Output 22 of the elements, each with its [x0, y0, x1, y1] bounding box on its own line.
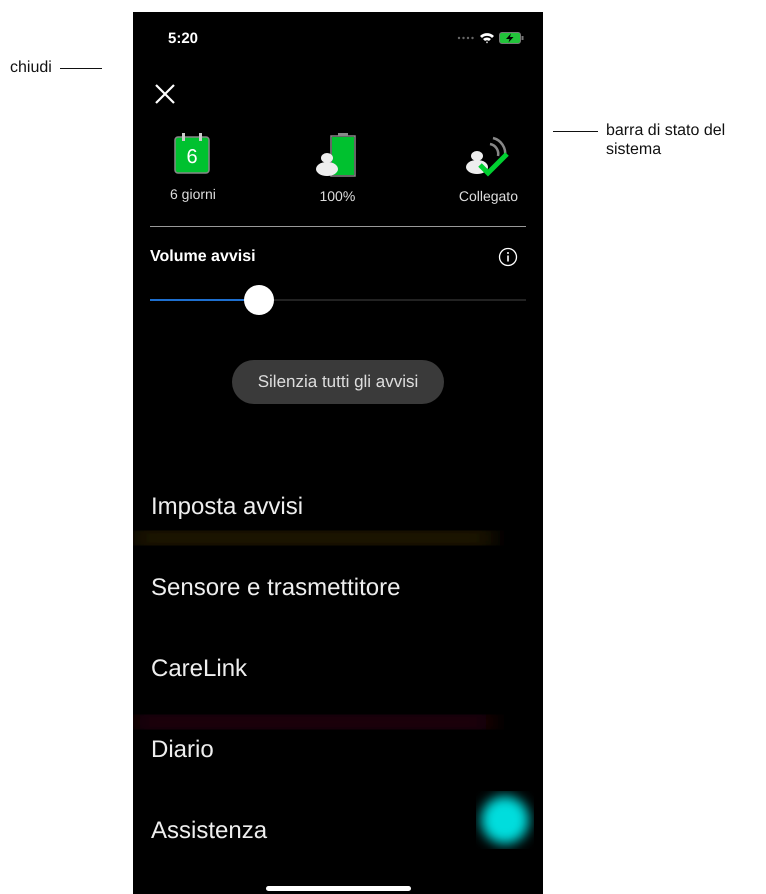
volume-slider[interactable] [150, 285, 526, 315]
menu-item[interactable]: Imposta avvisi [151, 490, 526, 524]
slider-thumb[interactable] [244, 285, 274, 315]
signal-dots-icon [457, 36, 475, 40]
status-label: 6 giorni [170, 186, 216, 202]
mute-all-button[interactable]: Silenzia tutti gli avvisi [232, 360, 444, 404]
callout-label: barra di stato del sistema [606, 121, 726, 159]
calendar-day: 6 [186, 146, 198, 168]
callout-label: chiudi [10, 58, 52, 77]
status-time: 5:20 [168, 30, 198, 46]
status-label: 100% [319, 188, 356, 204]
close-icon [154, 82, 176, 104]
menu-item[interactable]: Sensore e trasmettitore [151, 571, 526, 605]
status-label: Collegato [458, 188, 518, 204]
menu-item[interactable]: Diario [151, 733, 526, 767]
info-icon[interactable] [498, 247, 518, 267]
menu-item[interactable]: CareLink [151, 652, 526, 686]
wifi-icon [479, 32, 495, 44]
glowing-dot [481, 796, 529, 844]
menu-item[interactable]: Assistenza [151, 814, 526, 848]
battery-charging-icon [499, 32, 524, 44]
volume-label: Volume avvisi [150, 248, 256, 266]
